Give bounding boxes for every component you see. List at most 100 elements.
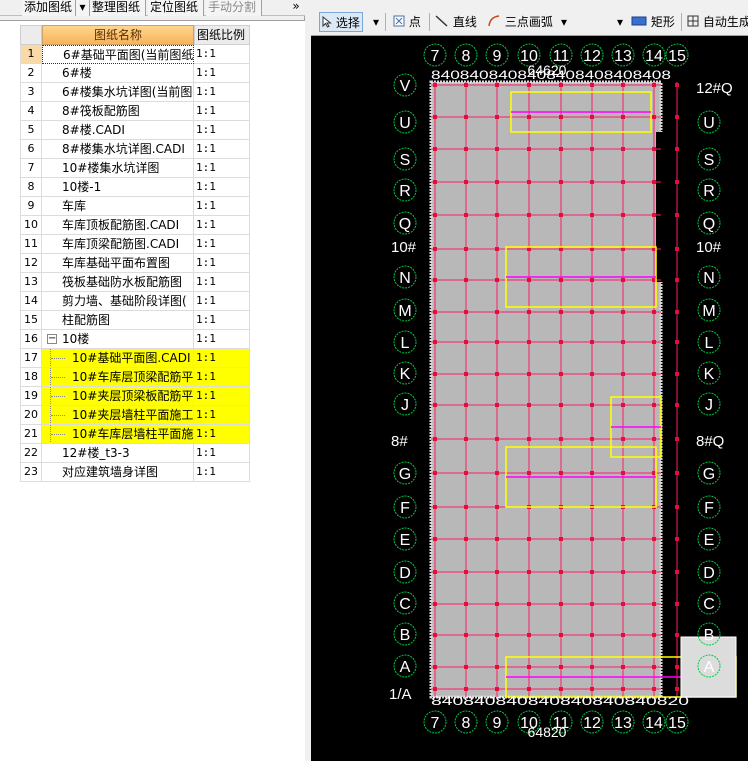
drawing-row[interactable]: 5 8#楼.CADI 1:1	[20, 121, 250, 140]
drawing-name-cell[interactable]: 车库基础平面布置图	[42, 254, 194, 273]
column-marker	[433, 83, 437, 87]
header-drawing-name[interactable]: 图纸名称	[42, 25, 194, 45]
add-drawing-dropdown-icon[interactable]: ▾	[76, 0, 90, 16]
drawing-name-cell[interactable]: 8#筏板配筋图	[42, 102, 194, 121]
drawing-scale-cell[interactable]: 1:1	[194, 463, 250, 482]
add-drawing-button[interactable]: 添加图纸	[22, 0, 76, 16]
drawing-scale-cell[interactable]: 1:1	[194, 216, 250, 235]
drawing-scale-cell[interactable]: 1:1	[194, 159, 250, 178]
locate-drawing-button[interactable]: 定位图纸	[148, 0, 204, 16]
drawing-name-cell[interactable]: 车库	[42, 197, 194, 216]
drawing-name-cell[interactable]: 8#楼集水坑详图.CADI	[42, 140, 194, 159]
drawing-scale-cell[interactable]: 1:1	[194, 330, 250, 349]
collapse-toggle-icon[interactable]: −	[47, 334, 57, 344]
drawing-row[interactable]: 22 12#楼_t3-3 1:1	[20, 444, 250, 463]
column-marker	[621, 687, 625, 691]
drawing-row[interactable]: 15 柱配筋图 1:1	[20, 311, 250, 330]
drawing-scale-cell[interactable]: 1:1	[194, 292, 250, 311]
drawing-row[interactable]: 3 6#楼集水坑详图(当前图 1:1	[20, 83, 250, 102]
column-marker	[433, 147, 437, 151]
drawing-name-cell[interactable]: 12#楼_t3-3	[42, 444, 194, 463]
drawing-row[interactable]: 13 筏板基础防水板配筋图 1:1	[20, 273, 250, 292]
select-tool-button[interactable]: 选择	[319, 12, 363, 32]
drawing-scale-cell[interactable]: 1:1	[194, 121, 250, 140]
drawing-scale-cell[interactable]: 1:1	[194, 140, 250, 159]
drawing-name-cell[interactable]: 车库顶梁配筋图.CADI	[42, 235, 194, 254]
drawing-row[interactable]: 17 10#基础平面图.CADI 1:1	[20, 349, 250, 368]
drawing-scale-cell[interactable]: 1:1	[194, 349, 250, 368]
drawing-scale-cell[interactable]: 1:1	[194, 102, 250, 121]
select-tool-dropdown-icon[interactable]: ▾	[373, 12, 379, 32]
drawing-row[interactable]: 8 10楼-1 1:1	[20, 178, 250, 197]
header-drawing-scale[interactable]: 图纸比例	[194, 25, 250, 45]
column-marker	[675, 115, 679, 119]
drawing-name-cell[interactable]: 柱配筋图	[42, 311, 194, 330]
drawing-row[interactable]: 11 车库顶梁配筋图.CADI 1:1	[20, 235, 250, 254]
drawing-name-text: 6#楼集水坑详图(当前图	[62, 85, 193, 99]
drawing-row[interactable]: 12 车库基础平面布置图 1:1	[20, 254, 250, 273]
drawing-scale-cell[interactable]: 1:1	[194, 197, 250, 216]
drawing-name-cell[interactable]: 10#楼集水坑详图	[42, 159, 194, 178]
point-tool-button[interactable]: 点	[393, 12, 421, 32]
drawing-scale-cell[interactable]: 1:1	[194, 64, 250, 83]
drawing-name-cell[interactable]: 10#基础平面图.CADI	[42, 349, 194, 368]
drawing-name-cell[interactable]: 剪力墙、基础阶段详图(	[42, 292, 194, 311]
drawing-name-cell[interactable]: 10#夹层墙柱平面施工	[42, 406, 194, 425]
drawing-row[interactable]: 21 10#车库层墙柱平面施 1:1	[20, 425, 250, 444]
drawing-row[interactable]: 14 剪力墙、基础阶段详图(1:1	[20, 292, 250, 311]
drawing-name-cell[interactable]: 6#楼	[42, 64, 194, 83]
drawing-scale-cell[interactable]: 1:1	[194, 387, 250, 406]
rect-tool-button[interactable]: 矩形	[631, 12, 675, 32]
arc-dropdown-icon[interactable]: ▾	[561, 12, 567, 32]
column-marker	[495, 180, 499, 184]
right-marker-label: 10#	[696, 239, 722, 256]
drawing-name-cell[interactable]: 筏板基础防水板配筋图	[42, 273, 194, 292]
drawing-row[interactable]: 19 10#夹层顶梁板配筋平 1:1	[20, 387, 250, 406]
line-tool-button[interactable]: 直线	[435, 12, 477, 32]
toolbar-overflow-icon[interactable]: »	[288, 0, 304, 16]
drawing-row[interactable]: 6 8#楼集水坑详图.CADI 1:1	[20, 140, 250, 159]
drawing-scale-cell[interactable]: 1:1	[194, 311, 250, 330]
drawing-scale-cell[interactable]: 1:1	[194, 178, 250, 197]
drawing-row[interactable]: 18 10#车库层顶梁配筋平 1:1	[20, 368, 250, 387]
drawing-row[interactable]: 10 车库顶板配筋图.CADI 1:1	[20, 216, 250, 235]
drawing-name-cell[interactable]: 对应建筑墙身详图	[42, 463, 194, 482]
drawing-name-cell[interactable]: 10#车库层墙柱平面施	[42, 425, 194, 444]
drawing-name-cell[interactable]: 10#夹层顶梁板配筋平	[42, 387, 194, 406]
drawing-name-cell[interactable]: 车库顶板配筋图.CADI	[42, 216, 194, 235]
drawing-name-cell[interactable]: 6#基础平面图(当前图纸	[42, 45, 194, 64]
drawing-scale-cell[interactable]: 1:1	[194, 235, 250, 254]
drawing-scale-cell[interactable]: 1:1	[194, 45, 250, 64]
drawing-name-cell[interactable]: 10楼-1	[42, 178, 194, 197]
arc-tool-button[interactable]: 三点画弧	[487, 12, 553, 32]
drawing-scale-cell[interactable]: 1:1	[194, 406, 250, 425]
drawing-scale-cell[interactable]: 1:1	[194, 83, 250, 102]
drawing-row[interactable]: 1 6#基础平面图(当前图纸 1:1	[20, 45, 250, 64]
drawing-row[interactable]: 20 10#夹层墙柱平面施工 1:1	[20, 406, 250, 425]
drawing-row[interactable]: 2 6#楼 1:1	[20, 64, 250, 83]
column-marker	[621, 340, 625, 344]
drawing-name-cell[interactable]: −10楼	[42, 330, 194, 349]
drawing-scale-cell[interactable]: 1:1	[194, 368, 250, 387]
drawing-name-cell[interactable]: 8#楼.CADI	[42, 121, 194, 140]
drawing-scale-cell[interactable]: 1:1	[194, 254, 250, 273]
column-marker	[652, 213, 656, 217]
drawing-row[interactable]: 9 车库 1:1	[20, 197, 250, 216]
drawing-row[interactable]: 23 对应建筑墙身详图 1:1	[20, 463, 250, 482]
drawing-row[interactable]: 7 10#楼集水坑详图 1:1	[20, 159, 250, 178]
drawing-name-cell[interactable]: 10#车库层顶梁配筋平	[42, 368, 194, 387]
drawing-scale-cell[interactable]: 1:1	[194, 444, 250, 463]
drawing-scale-cell[interactable]: 1:1	[194, 273, 250, 292]
cad-drawing-canvas[interactable]: 7 8 9 10 11 12 13 14 157 8 9 10 11 12 13 14 15VUSRQNMLKJ…	[311, 37, 748, 761]
column-marker	[464, 633, 468, 637]
manual-split-button[interactable]: 手动分割	[206, 0, 262, 16]
drawing-row[interactable]: 16−10楼 1:1	[20, 330, 250, 349]
drawing-row[interactable]: 4 8#筏板配筋图 1:1	[20, 102, 250, 121]
auto-generate-button[interactable]: 自动生成	[687, 12, 748, 32]
axis-label-bottom: 12	[583, 715, 601, 732]
drawing-scale-cell[interactable]: 1:1	[194, 425, 250, 444]
column-marker	[675, 247, 679, 251]
organize-drawings-button[interactable]: 整理图纸	[90, 0, 146, 16]
drawing-name-cell[interactable]: 6#楼集水坑详图(当前图	[42, 83, 194, 102]
rect-dropdown-icon[interactable]: ▾	[617, 12, 623, 32]
